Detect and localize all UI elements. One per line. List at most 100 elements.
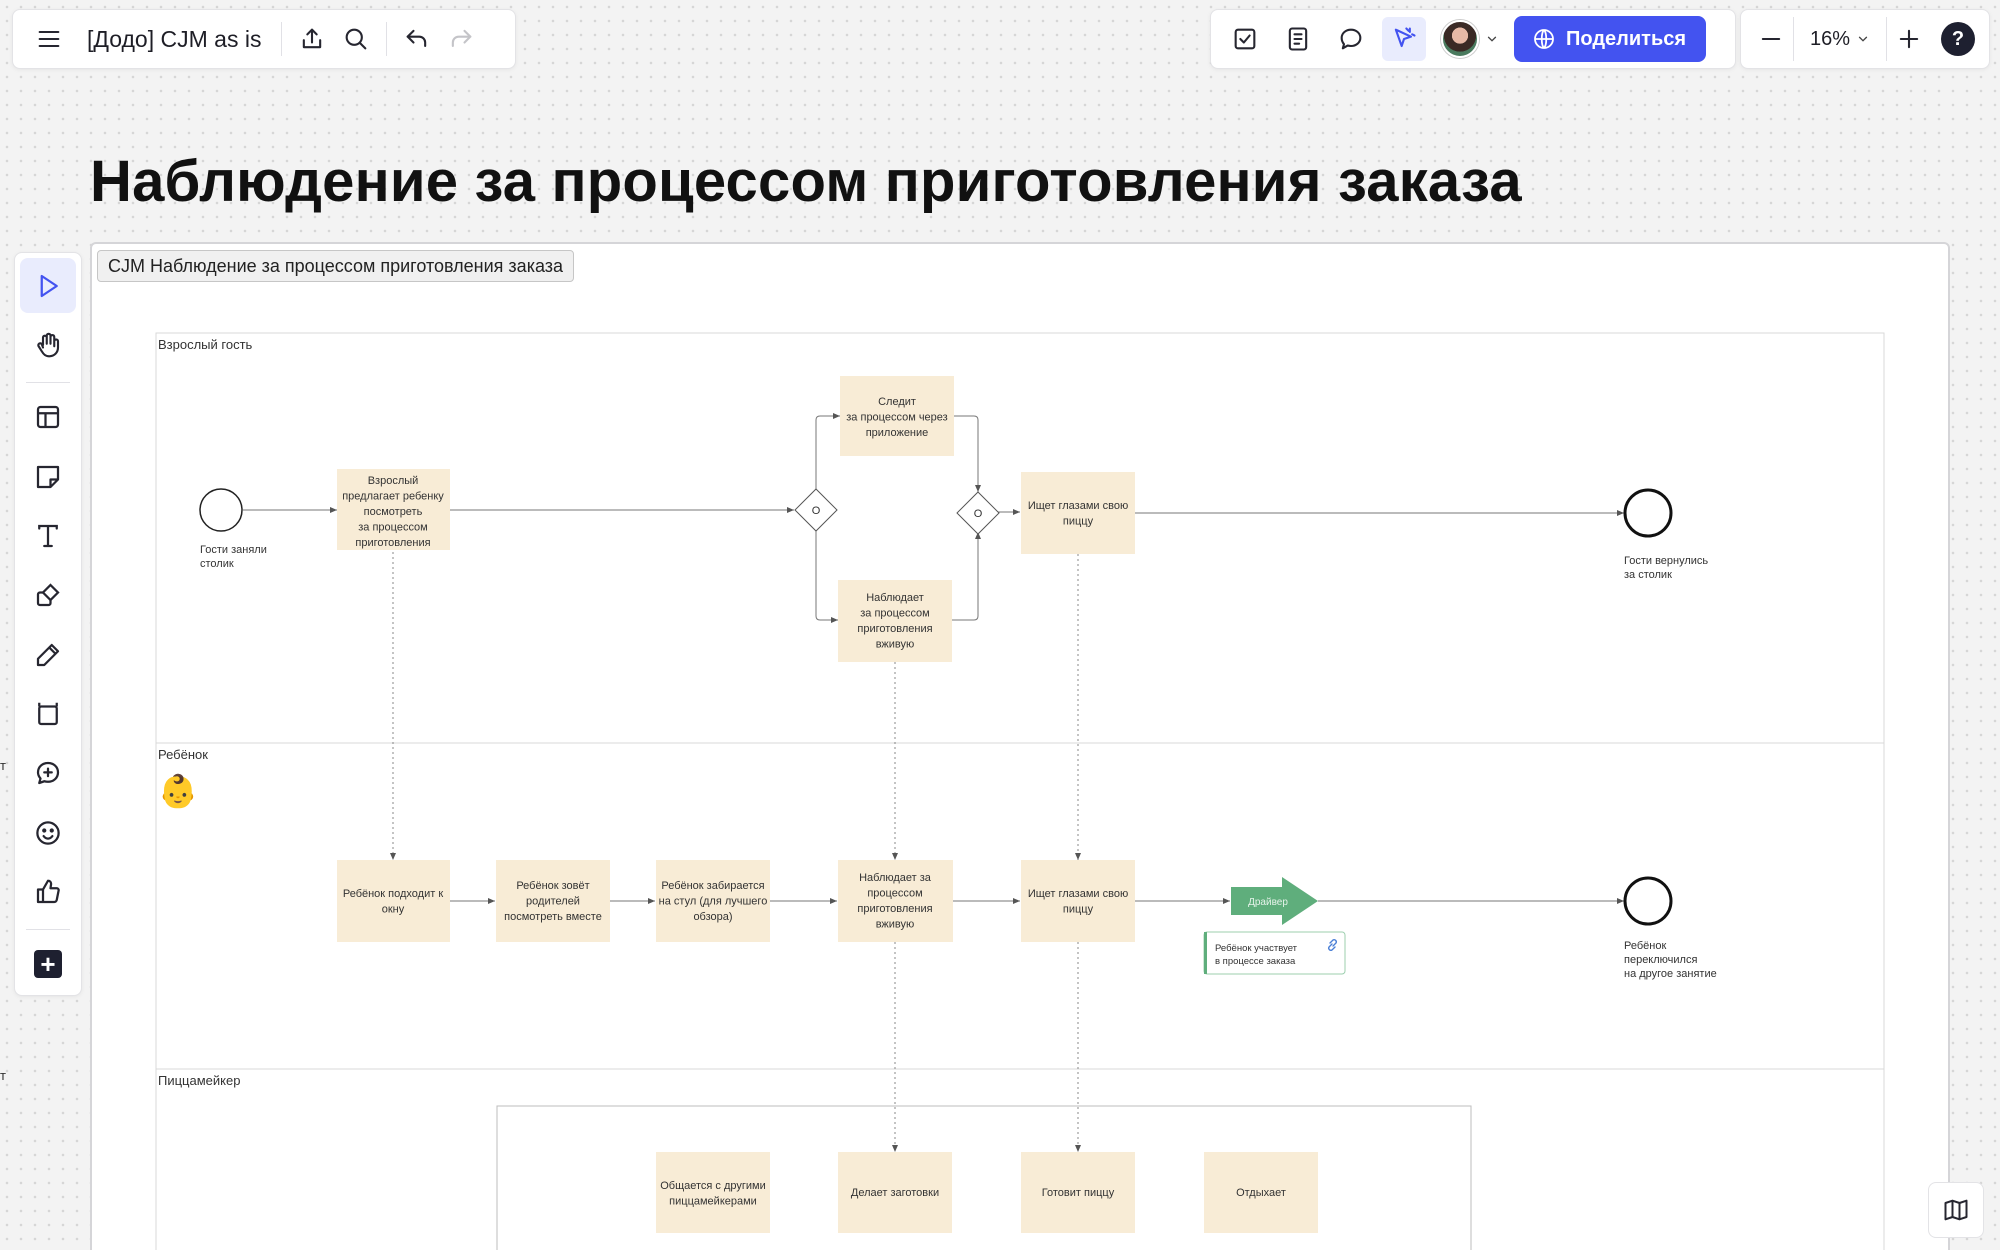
pen-icon: [36, 643, 60, 666]
plus-icon: +: [34, 950, 62, 979]
hand-icon: [37, 332, 60, 358]
pointer-share-icon: [1394, 27, 1416, 48]
chevron-down-icon: [1487, 36, 1497, 42]
svg-text:O: O: [812, 505, 821, 517]
end-event-adult-label: Гости вернулись за столик: [1624, 555, 1708, 581]
driver-note[interactable]: Ребёнок участвует в процессе заказа: [1203, 931, 1346, 975]
text-icon: [38, 524, 58, 548]
divider: [26, 928, 70, 930]
notes-icon: [1288, 27, 1308, 51]
export-button[interactable]: [290, 17, 334, 61]
step-pizzamaker-prep[interactable]: Делает заготовки: [838, 1152, 952, 1233]
share-button[interactable]: Поделиться: [1514, 16, 1707, 62]
emoji-icon: [36, 820, 60, 845]
redo-icon: [452, 29, 472, 48]
lane-label-pizzamaker: Пиццамейкер: [158, 1073, 240, 1088]
cursors-button[interactable]: [1382, 17, 1426, 61]
gateway-split[interactable]: O: [794, 488, 838, 532]
step-child-window[interactable]: Ребёнок подходит к окну: [337, 860, 450, 942]
shapes-icon: [36, 583, 60, 607]
share-label: Поделиться: [1566, 27, 1687, 50]
search-button[interactable]: [334, 17, 378, 61]
pizzamaker-group: [496, 1105, 1472, 1250]
step-adult-live[interactable]: Наблюдает за процессом приготовления вживую: [838, 580, 952, 662]
zoom-level: 16%: [1810, 27, 1851, 50]
sticky-note-tool[interactable]: [20, 449, 76, 504]
step-child-chair[interactable]: Ребёнок забирается на стул (для лучшего об…: [656, 860, 770, 942]
map-icon: [1944, 1199, 1968, 1221]
text-tool[interactable]: [20, 508, 76, 563]
divider: [26, 381, 70, 383]
creation-toolbar: +: [14, 252, 82, 996]
board-header-panel: [Додо] CJM as is: [12, 9, 516, 69]
edge-text: т: [0, 1068, 6, 1083]
step-child-watch[interactable]: Наблюдает за процессом приготовления вживую: [838, 860, 953, 942]
pen-tool[interactable]: [20, 627, 76, 682]
step-adult-offer[interactable]: Взрослый предлагает ребенку посмотреть за п…: [337, 469, 450, 550]
undo-button[interactable]: [395, 17, 439, 61]
menu-icon: [38, 30, 60, 48]
comment-icon: [1340, 28, 1362, 50]
more-tools[interactable]: +: [20, 937, 76, 992]
comments-button[interactable]: [1329, 17, 1373, 61]
notes-button[interactable]: [1276, 17, 1320, 61]
board-name[interactable]: [Додо] CJM as is: [71, 26, 273, 53]
search-icon: [346, 28, 367, 50]
select-tool[interactable]: [20, 258, 76, 314]
lane-label-adult: Взрослый гость: [158, 337, 253, 352]
step-pizzamaker-rest[interactable]: Отдыхает: [1204, 1152, 1318, 1233]
voting-tool[interactable]: [20, 864, 76, 919]
gateway-join[interactable]: O: [956, 491, 1000, 535]
driver-arrow[interactable]: Драйвер: [1231, 877, 1318, 925]
shapes-tool[interactable]: [20, 568, 76, 623]
thumbs-up-icon: [36, 879, 60, 904]
svg-text:Делает заготовки: Делает заготовки: [851, 1187, 939, 1199]
end-event-child[interactable]: [1623, 876, 1673, 926]
chevron-down-icon: [1858, 36, 1868, 42]
step-adult-app[interactable]: Следит за процессом через приложение: [840, 376, 954, 456]
divider: [386, 22, 388, 56]
help-button[interactable]: ?: [1941, 22, 1976, 56]
message-connectors: [390, 552, 1081, 1152]
frame-icon: [38, 702, 58, 726]
step-pizzamaker-chat[interactable]: Общается с другими пиццамейкерами: [656, 1152, 770, 1233]
templates-tool[interactable]: [20, 390, 76, 445]
step-adult-look[interactable]: Ищет глазами свою пиццу: [1021, 472, 1135, 554]
zoom-level-select[interactable]: 16%: [1793, 17, 1888, 61]
svg-text:Драйвер: Драйвер: [1248, 897, 1288, 908]
menu-button[interactable]: [27, 17, 71, 61]
redo-button[interactable]: [439, 17, 483, 61]
minus-icon: [1761, 37, 1781, 41]
user-avatar-menu[interactable]: [1435, 20, 1505, 58]
child-emoji: 👶: [158, 773, 198, 809]
end-event-adult[interactable]: [1623, 488, 1673, 538]
svg-text:Отдыхает: Отдыхает: [1236, 1187, 1286, 1199]
minimap-button[interactable]: [1928, 1182, 1984, 1238]
sticky-note-icon: [36, 465, 60, 488]
bpmn-diagram[interactable]: Взрослый гость Ребёнок 👶 Пиццамейкер Гос…: [0, 0, 2000, 1250]
frame-tool[interactable]: [20, 686, 76, 741]
svg-text:Готовит пиццу: Готовит пиццу: [1042, 1187, 1115, 1199]
comment-tool[interactable]: [20, 746, 76, 801]
zoom-out-button[interactable]: [1749, 17, 1793, 61]
task-icon: [1234, 28, 1256, 50]
hand-tool[interactable]: [20, 317, 76, 372]
globe-icon: [1534, 29, 1554, 49]
step-child-look[interactable]: Ищет глазами свою пиццу: [1021, 860, 1135, 942]
step-pizzamaker-cook[interactable]: Готовит пиццу: [1021, 1152, 1135, 1233]
zoom-in-button[interactable]: [1887, 17, 1931, 61]
step-child-call[interactable]: Ребёнок зовёт родителей посмотреть вместе: [496, 860, 610, 942]
start-event-adult[interactable]: [199, 488, 243, 532]
end-event-child-label: Ребёнок переключился на другое занятие: [1624, 940, 1717, 980]
lane-label-child: Ребёнок: [158, 747, 208, 762]
tasks-button[interactable]: [1223, 17, 1267, 61]
export-icon: [303, 28, 322, 49]
plus-icon: [1899, 29, 1919, 49]
cursor-icon: [40, 274, 58, 297]
zoom-panel: 16% ?: [1740, 9, 1990, 69]
svg-text:O: O: [974, 508, 983, 520]
edge-text: т: [0, 758, 6, 773]
undo-icon: [407, 29, 427, 48]
collab-toolbar: Поделиться: [1210, 9, 1736, 69]
reactions-tool[interactable]: [20, 805, 76, 860]
